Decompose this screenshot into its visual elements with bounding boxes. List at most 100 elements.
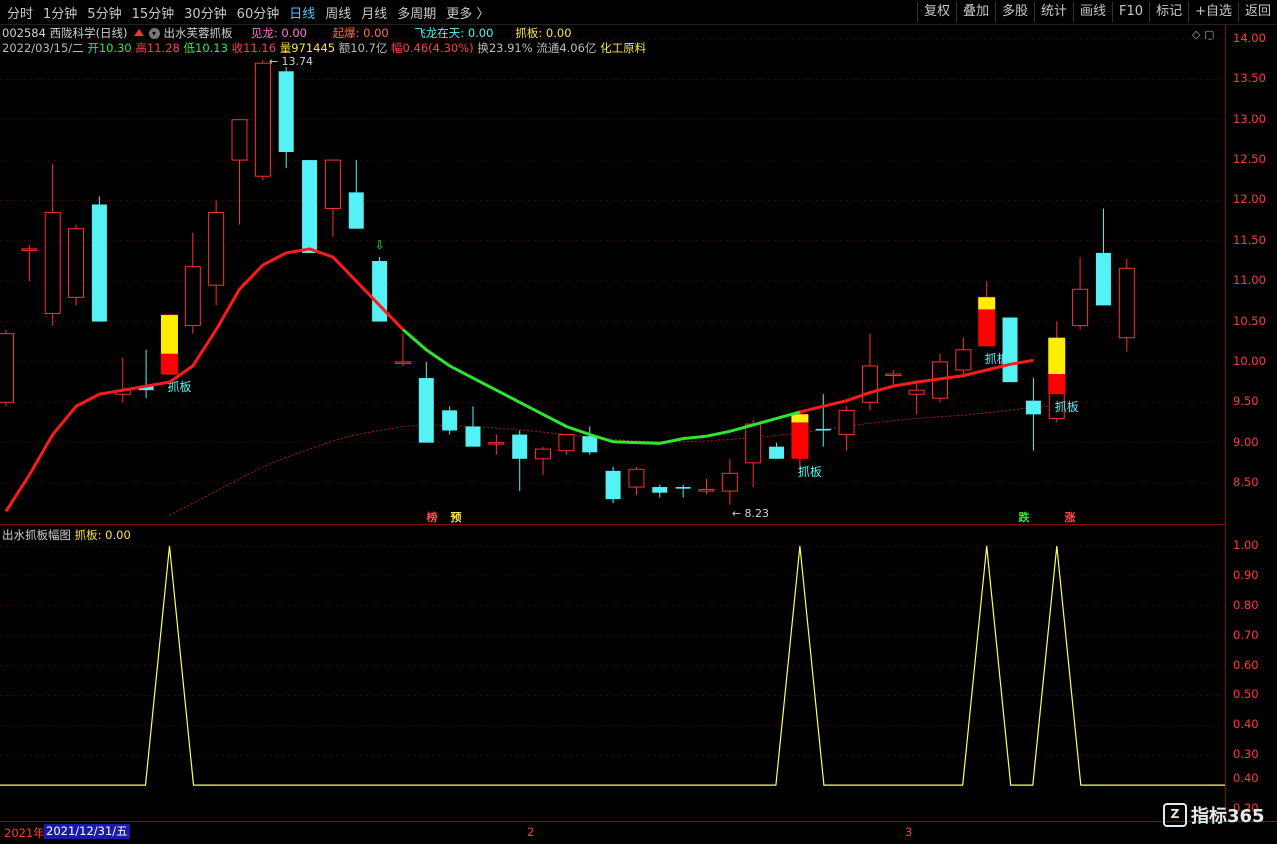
price-tick-label: 14.00: [1233, 31, 1266, 45]
candle: [231, 119, 248, 225]
candle: [675, 484, 691, 498]
price-axis: 14.00 13.50 13.00 12.50 12.00 11.50 11.00 10.50…: [1229, 24, 1277, 524]
candle: [348, 160, 364, 229]
price-tick-label: 11.50: [1233, 232, 1266, 247]
candle-body-down: [1002, 317, 1018, 383]
candle: [628, 466, 645, 496]
zhuaban-label: 抓板: [1055, 400, 1079, 414]
candle-body-up: [885, 373, 902, 377]
zhuaban-label: 抓板: [985, 352, 1009, 366]
overlay-button[interactable]: 叠加: [955, 2, 995, 22]
candle: [114, 357, 131, 403]
candle-body-down: [348, 192, 364, 229]
candle: [442, 406, 458, 435]
candle: [512, 430, 528, 492]
candle: [698, 478, 715, 495]
candle-body-up: [1072, 288, 1089, 327]
candle-body-up: [0, 333, 14, 403]
tag-bang: 榜: [426, 511, 438, 524]
tag-yu: 预: [450, 511, 462, 524]
candle-body-up: [394, 361, 411, 364]
tab-30min[interactable]: 30分钟: [179, 3, 232, 22]
tag-die: 跌: [1018, 511, 1030, 524]
candlestick-chart[interactable]: 抓板抓板抓板抓板← 13.74← 8.23⇩: [0, 24, 1225, 524]
tab-daily[interactable]: 日线: [284, 3, 320, 22]
candle-body-up: [955, 349, 972, 371]
candle: [91, 196, 107, 322]
signal-yellow-bar: [978, 297, 996, 310]
draw-line-button[interactable]: 画线: [1073, 2, 1112, 22]
candle: [1072, 256, 1089, 330]
sub-tick-label: 0.50: [1233, 687, 1259, 702]
tab-5min[interactable]: 5分钟: [82, 3, 126, 22]
candle: [955, 337, 972, 375]
down-arrow-icon: ⇩: [375, 238, 385, 252]
tab-fenshi[interactable]: 分时: [2, 3, 38, 22]
tab-monthly[interactable]: 月线: [356, 3, 392, 22]
add-watchlist-button[interactable]: +自选: [1188, 2, 1238, 22]
candle: [652, 484, 668, 498]
candle: [1002, 317, 1018, 383]
candle-body-up: [908, 389, 925, 395]
sub-indicator-line: 出水抓板幅图 抓板: 0.00: [2, 527, 131, 542]
candle-body-up: [745, 423, 762, 464]
candle: [1025, 378, 1041, 451]
candle-body-down: [582, 436, 598, 453]
candle: [488, 434, 505, 455]
candle: [302, 160, 318, 253]
price-tick-label: 12.50: [1233, 152, 1266, 167]
signal-red-bar: [1048, 374, 1066, 395]
axis-year: 2021年: [4, 826, 45, 840]
tab-15min[interactable]: 15分钟: [127, 3, 180, 22]
price-tick-label: 9.00: [1233, 434, 1259, 449]
price-tick-label: 10.00: [1233, 353, 1266, 368]
tab-weekly[interactable]: 周线: [320, 3, 356, 22]
candle-body-down: [442, 410, 458, 431]
tab-more[interactable]: 更多 〉: [441, 3, 494, 22]
main-ma-red-left: [4, 247, 405, 513]
candle: [68, 224, 85, 306]
tab-1min[interactable]: 1分钟: [38, 3, 82, 22]
multi-stock-button[interactable]: 多股: [994, 2, 1034, 22]
sub-axis: 1.00 0.90 0.80 0.70 0.60 0.50 0.40 0.30 0.40 0.20: [1229, 525, 1277, 821]
candle-body-up: [721, 472, 738, 492]
main-chart-panel[interactable]: 抓板 抓板 抓板 抓板 ← 13.74 ← 8.23 ⇩: [0, 24, 1226, 525]
candle: [184, 232, 201, 334]
sub-indicator-chart[interactable]: [0, 525, 1226, 821]
candle: [465, 406, 481, 447]
axis-month-feb: 2: [527, 825, 535, 839]
cursor-date: 2021/12/31/五: [44, 824, 130, 839]
candle-body-up: [68, 228, 85, 298]
fuquan-button[interactable]: 复权: [916, 2, 956, 22]
candle-body-up: [698, 488, 715, 492]
price-tick-label: 8.50: [1233, 475, 1259, 489]
candle-body-down: [465, 426, 481, 447]
f10-button[interactable]: F10: [1112, 2, 1149, 22]
low-marker-label: ← 8.23: [732, 507, 769, 520]
candle-body-down: [302, 160, 318, 253]
tab-60min[interactable]: 60分钟: [232, 3, 285, 22]
candle: [254, 59, 271, 181]
right-toolbar: 复权 叠加 多股 统计 画线 F10 标记 +自选 返回: [916, 2, 1277, 22]
signal-red-bar: [791, 422, 809, 459]
candle: [418, 361, 434, 443]
candle-body-up: [254, 62, 271, 177]
candle: [208, 200, 225, 306]
price-tick-label: 9.50: [1233, 394, 1259, 409]
sub-tick-label: 0.40: [1233, 771, 1259, 786]
stats-button[interactable]: 统计: [1034, 2, 1073, 22]
zhuaban-label: 抓板: [798, 465, 822, 479]
tab-multi-period[interactable]: 多周期: [392, 3, 441, 22]
candle: [21, 244, 38, 282]
sub-indicator-name[interactable]: 出水抓板幅图: [2, 528, 71, 542]
candle: [138, 349, 154, 399]
watermark-text: 指标365: [1191, 806, 1265, 827]
top-toolbar: 分时 1分钟 5分钟 15分钟 30分钟 60分钟 日线 周线 月线 多周期 更…: [0, 0, 1277, 25]
back-button[interactable]: 返回: [1237, 2, 1277, 22]
candle: [769, 442, 785, 459]
candle-body-up: [21, 248, 38, 251]
candle: [44, 164, 61, 326]
candle-body-down: [91, 204, 107, 322]
sub-chart-panel[interactable]: [0, 525, 1226, 821]
mark-button[interactable]: 标记: [1149, 2, 1188, 22]
